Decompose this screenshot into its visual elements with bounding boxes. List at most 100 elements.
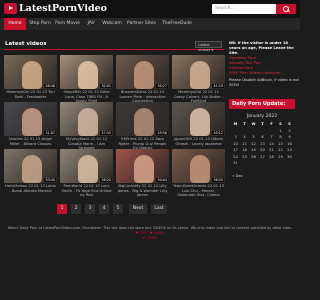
- calendar-day[interactable]: 7: [267, 134, 276, 140]
- thumbnail-figure: [190, 155, 210, 183]
- calendar-day: [258, 128, 267, 134]
- video-title[interactable]: JapanHDV 22 01 13 Hitomi Ohashi - Lovely…: [172, 137, 225, 146]
- thumbnail-figure: [190, 108, 210, 136]
- play-logo-icon[interactable]: [4, 3, 17, 14]
- calendar-day[interactable]: 8: [276, 134, 285, 140]
- calendar-day[interactable]: 27: [258, 154, 267, 160]
- nav-item-partner-sites[interactable]: Partner Sites: [125, 18, 158, 30]
- calendar-weekday: M: [233, 122, 238, 126]
- video-thumbnail[interactable]: 38:20: [60, 149, 113, 183]
- video-thumbnail[interactable]: 31:07: [4, 102, 57, 136]
- calendar-day: [249, 160, 258, 166]
- calendar-day[interactable]: 13: [258, 141, 267, 147]
- calendar-day[interactable]: 24: [231, 154, 240, 160]
- video-thumbnail[interactable]: 33:40: [4, 149, 57, 183]
- calendar-day[interactable]: 28: [267, 154, 276, 160]
- calendar-day: [240, 128, 249, 134]
- sidebar-notice: NB: If the visitor is under 18 years on …: [229, 41, 299, 88]
- video-thumbnail[interactable]: 41:19: [172, 55, 225, 89]
- calendar: M T W T F S S 1 2 3 4 5 6 7 8 9 10 11 12 13 14 15 16 17 18 19 20 21…: [231, 121, 295, 167]
- nav-item-porn-movie[interactable]: Porn Movie: [54, 18, 81, 30]
- video-thumbnail[interactable]: 36:55: [172, 149, 225, 183]
- calendar-week-row: 31: [231, 160, 295, 167]
- video-title[interactable]: Nubiles 22 01 13 Angel Miller - Billiard…: [4, 137, 57, 146]
- site-logo-text[interactable]: LatestPornVideo: [19, 3, 107, 14]
- calendar-day[interactable]: 12: [249, 141, 258, 147]
- calendar-weekday: W: [251, 122, 256, 126]
- video-thumbnail[interactable]: 28:48: [4, 55, 57, 89]
- calendar-day: [249, 128, 258, 134]
- video-duration: 29:58: [156, 131, 168, 135]
- calendar-day[interactable]: 10: [231, 141, 240, 147]
- page-button-2[interactable]: 2: [71, 204, 81, 214]
- nav-item-webcam[interactable]: Webcam: [101, 18, 123, 30]
- video-duration: 33:40: [44, 178, 56, 182]
- nav-item-thefreedude[interactable]: TheFreeDude: [160, 18, 194, 30]
- calendar-day: [240, 160, 249, 166]
- video-duration: 36:55: [212, 178, 224, 182]
- calendar-day[interactable]: 22: [276, 147, 285, 153]
- calendar-day[interactable]: 9: [285, 134, 294, 140]
- footer-dmca-link[interactable]: © DMCA: [0, 236, 300, 241]
- search-button[interactable]: [276, 4, 296, 14]
- video-title[interactable]: MommysGirl 22 01 13 Tori Dahl - Freeload…: [4, 90, 57, 99]
- calendar-day[interactable]: 29: [276, 154, 285, 160]
- page-button-4[interactable]: 4: [99, 204, 109, 214]
- page-button-3[interactable]: 3: [85, 204, 95, 214]
- sort-select[interactable]: Latest videos ▾: [195, 41, 222, 52]
- video-thumbnail[interactable]: 27:45: [60, 102, 113, 136]
- video-duration: 35:27: [156, 84, 168, 88]
- calendar-day[interactable]: 6: [258, 134, 267, 140]
- calendar-day[interactable]: 19: [249, 147, 258, 153]
- video-duration: 28:48: [44, 84, 56, 88]
- next-page-button[interactable]: Next: [129, 204, 147, 214]
- page-button-1[interactable]: 1: [57, 204, 67, 214]
- thumbnail-figure: [22, 108, 42, 136]
- calendar-day[interactable]: 2: [285, 128, 294, 134]
- calendar-day[interactable]: 20: [258, 147, 267, 153]
- video-title[interactable]: PornWorld 22 01 13 Lucy Smith - Fit Yoga…: [60, 184, 113, 198]
- video-thumbnail[interactable]: 30:04: [116, 149, 169, 183]
- calendar-day: [267, 160, 276, 166]
- calendar-day[interactable]: 23: [285, 147, 294, 153]
- nav-item-home[interactable]: Home: [4, 18, 26, 30]
- nav-item-jav[interactable]: JAV: [84, 18, 98, 30]
- video-title[interactable]: HollyMaison 22 01 13 Lotus - Bondi Atlan…: [4, 184, 57, 193]
- main-nav: Home Step Porn Porn Movie JAV Webcam Par…: [0, 18, 300, 30]
- search-input[interactable]: Search...: [212, 4, 276, 14]
- site-header: LatestPornVideo Search...: [0, 0, 300, 18]
- calendar-day[interactable]: 30: [285, 154, 294, 160]
- video-duration: 30:04: [156, 178, 168, 182]
- video-thumbnail[interactable]: 45:12: [172, 102, 225, 136]
- calendar-prev-month-link[interactable]: « Dec: [232, 173, 243, 178]
- calendar-day: [285, 160, 294, 166]
- calendar-day[interactable]: 25: [240, 154, 249, 160]
- sidebar-link[interactable]: FREE Porn Videos Collection: [229, 71, 299, 76]
- calendar-day[interactable]: 11: [240, 141, 249, 147]
- calendar-day[interactable]: 3: [231, 134, 240, 140]
- video-duration: 31:07: [44, 131, 56, 135]
- page-button-5[interactable]: 5: [113, 204, 123, 214]
- calendar-day[interactable]: 21: [267, 147, 276, 153]
- calendar-title: January 2022: [246, 114, 278, 119]
- video-title[interactable]: BigCocksMy 22 01 12 Lilly James - Big & …: [116, 184, 169, 198]
- latest-videos-header: Latest videos Latest videos ▾: [4, 40, 224, 52]
- video-thumbnail[interactable]: 29:58: [116, 102, 169, 136]
- calendar-day[interactable]: 31: [231, 160, 240, 166]
- calendar-day[interactable]: 4: [240, 134, 249, 140]
- last-page-button[interactable]: Last: [151, 204, 167, 214]
- video-title[interactable]: TeamSkeetSelects 22 01 13 Lulu Chu - Mer…: [172, 184, 225, 198]
- calendar-day[interactable]: 14: [267, 141, 276, 147]
- nav-item-step-porn[interactable]: Step Porn: [28, 18, 52, 30]
- video-thumbnail[interactable]: 35:27: [116, 55, 169, 89]
- calendar-weekday: T: [243, 122, 246, 126]
- site-footer: Watch Daily Porn at LatestPornVideo.com.…: [0, 226, 300, 241]
- calendar-day[interactable]: 15: [276, 141, 285, 147]
- calendar-day[interactable]: 18: [240, 147, 249, 153]
- calendar-day[interactable]: 17: [231, 147, 240, 153]
- calendar-day[interactable]: 5: [249, 134, 258, 140]
- video-thumbnail[interactable]: 32:01: [60, 55, 113, 89]
- calendar-day[interactable]: 16: [285, 141, 294, 147]
- calendar-day[interactable]: 26: [249, 154, 258, 160]
- calendar-day[interactable]: 1: [276, 128, 285, 134]
